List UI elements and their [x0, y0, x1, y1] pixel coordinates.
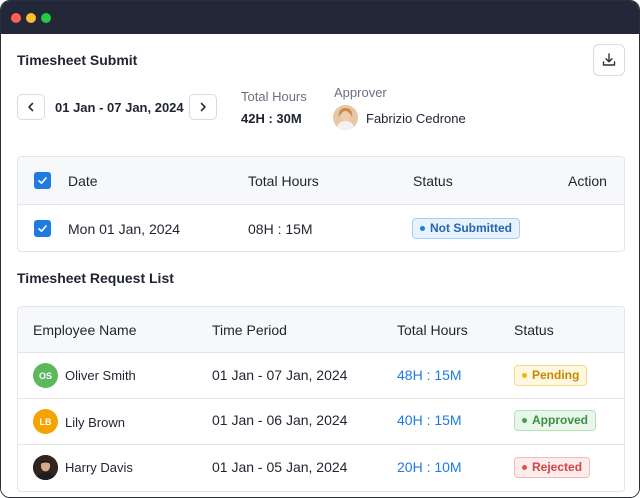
- approver-avatar: [333, 105, 358, 130]
- approver-label: Approver: [334, 85, 387, 100]
- download-button[interactable]: [593, 44, 625, 76]
- time-period: 01 Jan - 05 Jan, 2024: [212, 459, 348, 475]
- status-badge: Approved: [514, 410, 597, 431]
- status-badge: Rejected: [514, 457, 591, 478]
- avatar: OS: [33, 363, 58, 388]
- column-header-total-hours: Total Hours: [248, 173, 319, 189]
- check-icon: [38, 177, 47, 184]
- request-list-title: Timesheet Request List: [17, 270, 174, 286]
- status-dot-icon: [522, 418, 527, 423]
- approver-name: Fabrizio Cedrone: [366, 111, 466, 126]
- main-content: Timesheet Submit 01 Jan - 07 Jan, 2024 T…: [1, 34, 639, 497]
- timesheet-table: Date Total Hours Status Action Mon 01 Ja…: [17, 156, 625, 252]
- column-header-time-period: Time Period: [212, 322, 287, 338]
- previous-week-button[interactable]: [17, 94, 45, 120]
- next-week-button[interactable]: [189, 94, 217, 120]
- employee-name: Lily Brown: [65, 415, 125, 430]
- close-window-button[interactable]: [11, 13, 21, 23]
- table-row[interactable]: OS Oliver Smith 01 Jan - 07 Jan, 2024 48…: [18, 353, 624, 399]
- column-header-action: Action: [568, 173, 607, 189]
- total-hours-link[interactable]: 40H : 15M: [397, 412, 462, 428]
- row-date: Mon 01 Jan, 2024: [68, 221, 181, 237]
- table-header: Employee Name Time Period Total Hours St…: [18, 307, 624, 353]
- time-period: 01 Jan - 07 Jan, 2024: [212, 367, 348, 383]
- total-hours-label: Total Hours: [241, 89, 307, 104]
- employee-name: Harry Davis: [65, 460, 133, 475]
- column-header-employee-name: Employee Name: [33, 322, 137, 338]
- maximize-window-button[interactable]: [41, 13, 51, 23]
- column-header-date: Date: [68, 173, 98, 189]
- column-header-status: Status: [514, 322, 554, 338]
- row-checkbox[interactable]: [34, 220, 51, 237]
- row-total-hours: 08H : 15M: [248, 221, 313, 237]
- column-header-status: Status: [413, 173, 453, 189]
- status-badge-label: Pending: [532, 368, 580, 382]
- request-list-table: Employee Name Time Period Total Hours St…: [17, 306, 625, 492]
- status-badge: Pending: [514, 365, 588, 386]
- app-window: Timesheet Submit 01 Jan - 07 Jan, 2024 T…: [0, 0, 640, 498]
- window-titlebar: [1, 1, 639, 34]
- table-row[interactable]: LB Lily Brown 01 Jan - 06 Jan, 2024 40H …: [18, 399, 624, 445]
- status-dot-icon: [522, 373, 527, 378]
- status-dot-icon: [522, 465, 527, 470]
- column-header-total-hours: Total Hours: [397, 322, 468, 338]
- status-badge-label: Approved: [532, 413, 589, 427]
- total-hours-link[interactable]: 20H : 10M: [397, 459, 462, 475]
- status-badge-label: Rejected: [532, 460, 583, 474]
- status-badge-label: Not Submitted: [430, 221, 512, 235]
- table-row[interactable]: Mon 01 Jan, 2024 08H : 15M Not Submitted: [18, 205, 624, 251]
- avatar: LB: [33, 409, 58, 434]
- status-dot-icon: [420, 226, 425, 231]
- status-badge: Not Submitted: [412, 218, 520, 239]
- total-hours-link[interactable]: 48H : 15M: [397, 367, 462, 383]
- select-all-checkbox[interactable]: [34, 172, 51, 189]
- date-range: 01 Jan - 07 Jan, 2024: [55, 100, 184, 115]
- chevron-left-icon: [28, 102, 34, 112]
- table-row[interactable]: Harry Davis 01 Jan - 05 Jan, 2024 20H : …: [18, 445, 624, 491]
- avatar: [33, 455, 58, 480]
- table-header: Date Total Hours Status Action: [18, 157, 624, 205]
- minimize-window-button[interactable]: [26, 13, 36, 23]
- page-title: Timesheet Submit: [17, 52, 138, 68]
- check-icon: [38, 225, 47, 232]
- chevron-right-icon: [200, 102, 206, 112]
- download-icon: [602, 53, 616, 66]
- time-period: 01 Jan - 06 Jan, 2024: [212, 412, 348, 428]
- employee-name: Oliver Smith: [65, 368, 136, 383]
- total-hours-value: 42H : 30M: [241, 111, 302, 126]
